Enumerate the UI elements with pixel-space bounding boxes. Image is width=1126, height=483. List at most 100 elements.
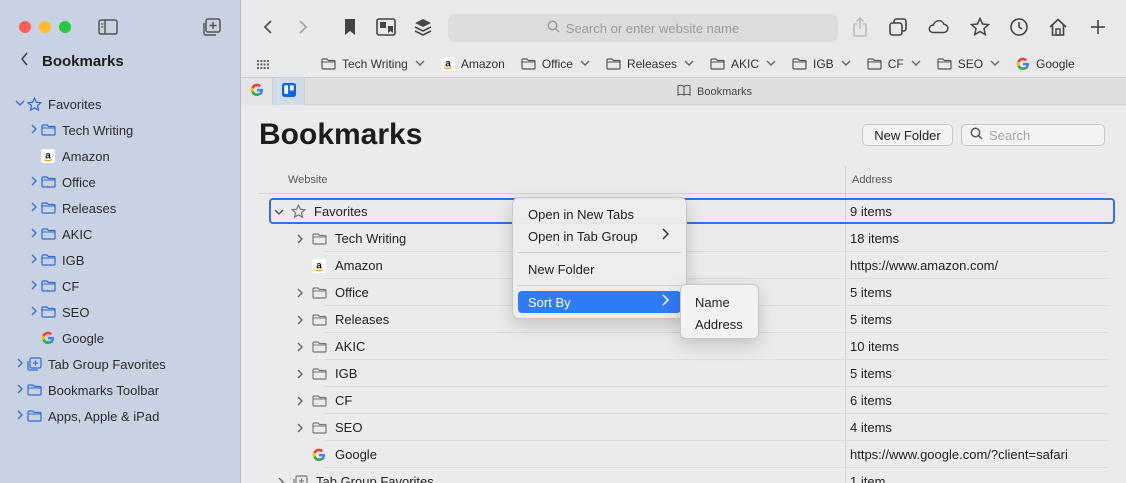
sidebar-item-akic[interactable]: AKIC xyxy=(0,221,241,247)
sidebar-item-amazon[interactable]: a Amazon xyxy=(0,143,241,169)
chevron-right-icon[interactable] xyxy=(28,124,40,137)
back-icon[interactable] xyxy=(257,16,279,38)
sort-by-address[interactable]: Address xyxy=(681,313,758,335)
row-name: Amazon xyxy=(335,258,383,273)
menu-item-new-folder[interactable]: New Folder xyxy=(518,258,681,280)
search-icon xyxy=(970,127,983,143)
chevron-right-icon[interactable] xyxy=(28,254,40,267)
icloud-icon[interactable] xyxy=(927,16,949,38)
chevron-right-icon[interactable] xyxy=(274,477,288,483)
menu-item-open-in-new-tabs[interactable]: Open in New Tabs xyxy=(518,203,681,225)
new-tab-plus-icon[interactable] xyxy=(1087,16,1109,38)
table-row[interactable]: SEO 4 items xyxy=(259,414,1107,441)
folder-icon xyxy=(321,58,336,70)
favorites-bar-label: Releases xyxy=(626,57,677,71)
menu-item-open-in-tab-group[interactable]: Open in Tab Group xyxy=(518,225,681,247)
new-folder-button[interactable]: New Folder xyxy=(862,124,953,146)
pinned-tab-trello[interactable] xyxy=(273,78,305,105)
chevron-right-icon[interactable] xyxy=(14,410,26,423)
bookmark-icon[interactable] xyxy=(339,16,361,38)
favorites-bar-label: Tech Writing xyxy=(342,57,408,71)
zoom-window-button[interactable] xyxy=(59,21,71,33)
table-row[interactable]: CF 6 items xyxy=(259,387,1107,414)
favorites-bar-item-tech-writing[interactable]: Tech Writing xyxy=(321,57,425,71)
reader-icon[interactable] xyxy=(375,16,397,38)
favorites-bar-item-google[interactable]: Google xyxy=(1016,57,1075,71)
favorites-bar-item-cf[interactable]: CF xyxy=(867,57,921,71)
chevron-right-icon[interactable] xyxy=(293,288,307,298)
sidebar-item-favorites[interactable]: Favorites xyxy=(0,91,241,117)
active-tab[interactable]: Bookmarks xyxy=(677,84,752,99)
pinned-tab-google[interactable] xyxy=(241,78,273,105)
chevron-right-icon[interactable] xyxy=(293,423,307,433)
sidebar-item-office[interactable]: Office xyxy=(0,169,241,195)
sidebar-item-igb[interactable]: IGB xyxy=(0,247,241,273)
column-header-address[interactable]: Address xyxy=(852,174,892,186)
grid-icon[interactable] xyxy=(257,59,269,69)
sidebar-toggle-icon[interactable] xyxy=(97,17,119,37)
sidebar-item-apps-apple-ipad[interactable]: Apps, Apple & iPad xyxy=(0,403,241,429)
layers-icon[interactable] xyxy=(412,16,434,38)
close-window-button[interactable] xyxy=(19,21,31,33)
chevron-right-icon[interactable] xyxy=(28,228,40,241)
history-clock-icon[interactable] xyxy=(1008,16,1030,38)
chevron-right-icon[interactable] xyxy=(293,342,307,352)
sidebar-item-releases[interactable]: Releases xyxy=(0,195,241,221)
tab-overview-icon[interactable] xyxy=(887,16,909,38)
favorites-star-icon[interactable] xyxy=(969,16,991,38)
bookmarks-search-input[interactable]: Search xyxy=(961,124,1105,146)
table-row[interactable]: Google https://www.google.com/?client=saf… xyxy=(259,441,1107,468)
row-address: 18 items xyxy=(850,231,900,246)
favorites-bar-item-igb[interactable]: IGB xyxy=(792,57,851,71)
chevron-right-icon[interactable] xyxy=(28,176,40,189)
chevron-right-icon[interactable] xyxy=(28,280,40,293)
sidebar-item-bookmarks-toolbar[interactable]: Bookmarks Toolbar xyxy=(0,377,241,403)
favorites-bar-label: IGB xyxy=(813,57,834,71)
table-row[interactable]: IGB 5 items xyxy=(259,360,1107,387)
table-row[interactable]: Favorites 9 items xyxy=(269,198,1115,224)
favorites-bar-item-releases[interactable]: Releases xyxy=(606,57,694,71)
home-icon[interactable] xyxy=(1047,16,1069,38)
chevron-right-icon[interactable] xyxy=(293,369,307,379)
sidebar-item-tab-group-favorites[interactable]: Tab Group Favorites xyxy=(0,351,241,377)
favorites-bar-label: CF xyxy=(887,57,904,71)
address-bar[interactable]: Search or enter website name xyxy=(448,14,838,42)
chevron-right-icon[interactable] xyxy=(293,315,307,325)
favorites-bar-item-amazon[interactable]: a Amazon xyxy=(440,57,505,71)
menu-separator xyxy=(518,252,681,253)
row-name: Tech Writing xyxy=(335,231,407,246)
chevron-right-icon[interactable] xyxy=(14,384,26,397)
folder-icon xyxy=(311,286,327,300)
chevron-down-icon[interactable] xyxy=(14,99,26,110)
address-bar-placeholder: Search or enter website name xyxy=(565,20,740,36)
sidebar-item-seo[interactable]: SEO xyxy=(0,299,241,325)
favorites-bar-item-akic[interactable]: AKIC xyxy=(710,57,776,71)
sidebar-bookmark-list: Favorites Tech Writing a Amazon Office Releas… xyxy=(0,91,241,429)
back-chevron-icon[interactable] xyxy=(20,52,30,71)
chevron-right-icon[interactable] xyxy=(28,202,40,215)
sidebar-item-cf[interactable]: CF xyxy=(0,273,241,299)
column-header-website[interactable]: Website xyxy=(288,174,328,186)
folder-icon xyxy=(311,367,327,381)
sidebar-item-google[interactable]: Google xyxy=(0,325,241,351)
share-icon[interactable] xyxy=(849,16,871,38)
new-tab-group-icon[interactable] xyxy=(201,17,223,37)
favorites-bar-item-seo[interactable]: SEO xyxy=(937,57,1000,71)
minimize-window-button[interactable] xyxy=(39,21,51,33)
chevron-right-icon[interactable] xyxy=(14,358,26,371)
folder-icon xyxy=(40,305,56,319)
chevron-right-icon[interactable] xyxy=(293,396,307,406)
google-icon xyxy=(1016,57,1030,71)
sidebar-header: Bookmarks xyxy=(20,52,124,71)
favorites-bar-item-office[interactable]: Office xyxy=(521,57,590,71)
star-icon xyxy=(290,204,306,219)
sort-by-name[interactable]: Name xyxy=(681,291,758,313)
table-row[interactable]: Tab Group Favorites 1 item xyxy=(259,468,1107,483)
menu-item-sort-by[interactable]: Sort By xyxy=(518,291,681,313)
browser-toolbar: Search or enter website name xyxy=(241,0,1126,51)
forward-icon[interactable] xyxy=(292,16,314,38)
sidebar-item-tech-writing[interactable]: Tech Writing xyxy=(0,117,241,143)
chevron-right-icon[interactable] xyxy=(293,234,307,244)
chevron-down-icon[interactable] xyxy=(272,208,286,216)
chevron-right-icon[interactable] xyxy=(28,306,40,319)
